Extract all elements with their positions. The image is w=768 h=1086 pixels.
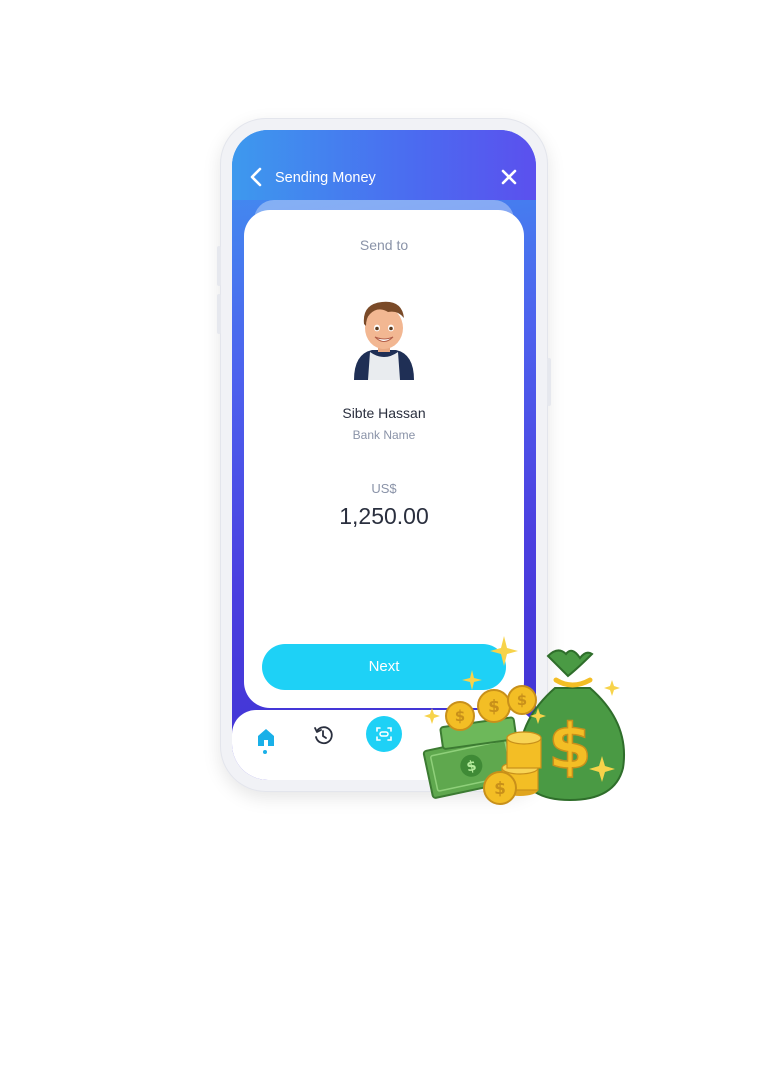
phone-side-button	[547, 358, 551, 406]
svg-text:$: $	[517, 691, 527, 709]
money-bag-illustration: $ $ $ $ $ $	[422, 636, 625, 805]
svg-text:$: $	[455, 707, 465, 725]
scan-icon	[376, 727, 392, 741]
close-icon[interactable]	[500, 168, 518, 186]
send-to-label: Send to	[359, 237, 409, 253]
amount-value: 1,250.00	[339, 503, 429, 529]
currency-label: US$	[371, 481, 397, 496]
phone-side-button	[217, 294, 221, 334]
recipient-name: Sibte Hassan	[342, 405, 426, 421]
scan-button[interactable]	[366, 716, 402, 752]
app-header: Sending Money	[232, 130, 536, 200]
active-indicator	[263, 750, 267, 754]
svg-text:$: $	[488, 697, 500, 717]
home-icon[interactable]	[256, 726, 276, 750]
recipient-avatar	[354, 301, 414, 380]
page-title: Sending Money	[275, 170, 376, 186]
bank-name: Bank Name	[352, 428, 416, 442]
phone-side-button	[217, 246, 221, 286]
history-icon[interactable]	[312, 724, 334, 746]
chevron-left-icon[interactable]	[248, 166, 264, 188]
svg-text:$: $	[548, 710, 591, 783]
svg-text:$: $	[494, 779, 506, 799]
